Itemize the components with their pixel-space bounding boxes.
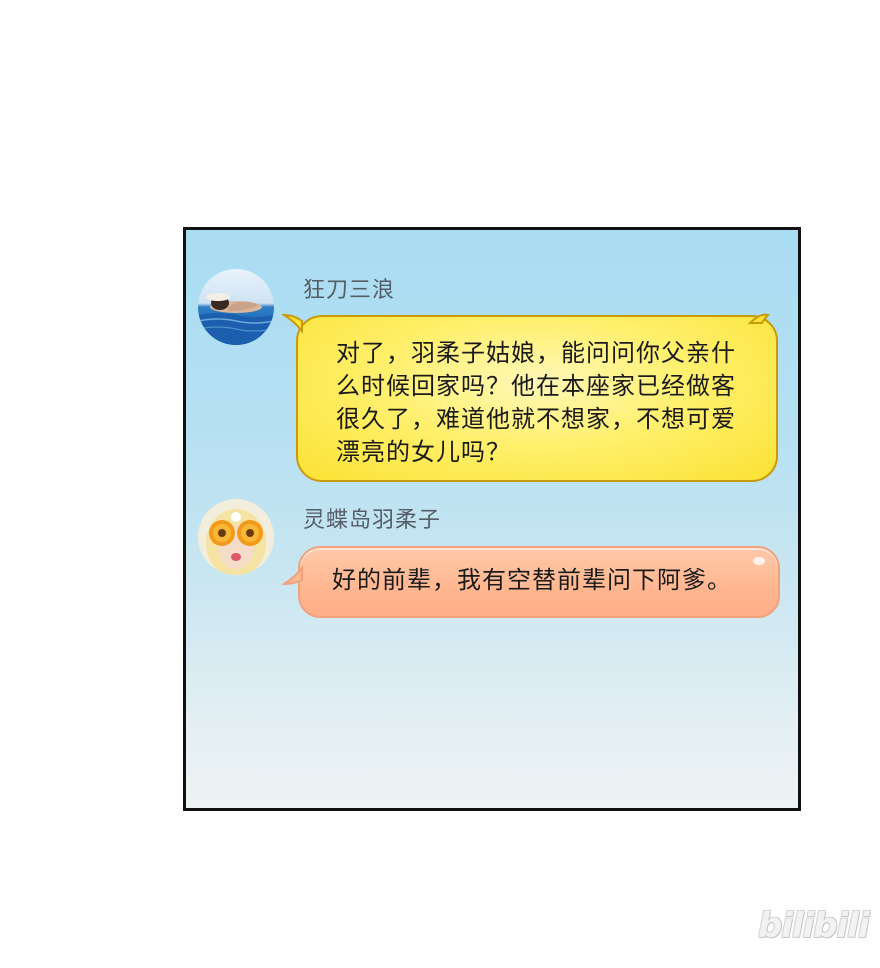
- sunbather-in-water-avatar-icon: [198, 269, 274, 345]
- message-line: 好的前辈，我有空替前辈问下阿爹。: [332, 566, 732, 594]
- message-line: 很久了，难道他就不想家，不想可爱: [336, 405, 736, 433]
- message-bubble-1[interactable]: 对了，羽柔子姑娘，能问问你父亲什 么时候回家吗？他在本座家已经做客 很久了，难道…: [282, 313, 778, 482]
- bubble-tail-icon: [282, 566, 303, 586]
- bubble-shine-icon: [753, 557, 765, 565]
- bubble-corner-icon: [748, 313, 770, 324]
- sender-name-1: 狂刀三浪: [303, 278, 396, 303]
- message-bubble-2[interactable]: 好的前辈，我有空替前辈问下阿爹。: [282, 546, 780, 618]
- message-line: 么时候回家吗？他在本座家已经做客: [336, 372, 736, 400]
- chat-panel: 狂刀三浪 对了，羽柔子姑娘，能问问你父亲什 么时候回家吗？他在本座家已经做客 很…: [183, 227, 801, 811]
- comic-page: 狂刀三浪 对了，羽柔子姑娘，能问问你父亲什 么时候回家吗？他在本座家已经做客 很…: [0, 0, 880, 968]
- sender-avatar-2[interactable]: [198, 499, 274, 575]
- sender-name-2: 灵蝶岛羽柔子: [303, 508, 442, 533]
- message-line: 漂亮的女儿吗？: [336, 438, 511, 466]
- sender-avatar-1[interactable]: [198, 269, 274, 345]
- message-line: 对了，羽柔子姑娘，能问问你父亲什: [336, 339, 736, 367]
- bilibili-watermark-logo: bilibili: [758, 906, 870, 946]
- bubble-tail-icon: [282, 313, 303, 334]
- girl-with-sunflower-glasses-avatar-icon: [198, 499, 274, 575]
